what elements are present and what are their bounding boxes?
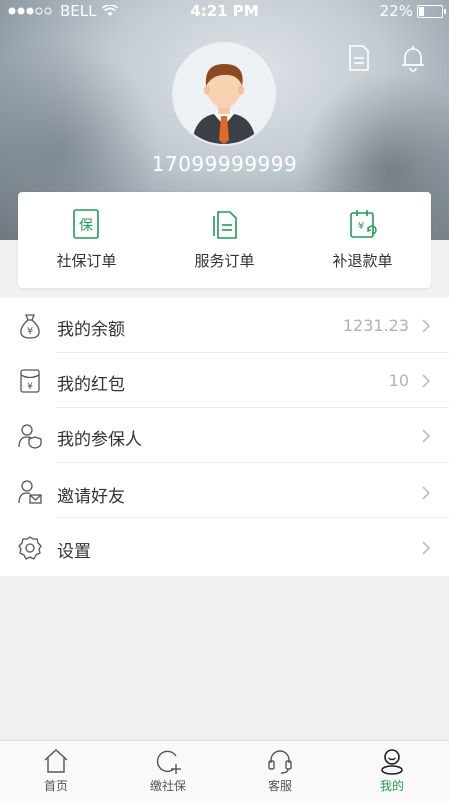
invite-friend-icon	[18, 480, 42, 504]
menu-item-settings[interactable]: 设置	[0, 520, 449, 575]
chevron-right-icon	[422, 486, 431, 500]
order-item-shebao[interactable]: 保 社保订单	[18, 208, 155, 271]
shebao-icon: 保	[72, 209, 99, 239]
svg-text:保: 保	[79, 218, 93, 234]
tab-customer-service[interactable]: 客服	[224, 747, 336, 794]
orders-card: 保 社保订单 服务订单 ¥ 补退款单	[18, 192, 431, 288]
balance-value: 1231.23	[342, 316, 409, 335]
settings-icon	[18, 536, 42, 560]
order-label: 服务订单	[194, 252, 255, 270]
menu-item-invite-friends[interactable]: 邀请好友	[0, 463, 449, 518]
tab-pay-insurance[interactable]: 缴社保	[112, 747, 224, 794]
battery-icon	[417, 4, 446, 18]
order-item-refund[interactable]: ¥ 补退款单	[294, 208, 431, 271]
menu-label: 我的红包	[57, 375, 125, 395]
chevron-right-icon	[422, 541, 431, 555]
battery-percent: 22%	[379, 2, 413, 20]
home-icon	[44, 749, 68, 773]
order-label: 补退款单	[332, 252, 393, 270]
phone-number: 17099999999	[151, 152, 298, 176]
pay-insurance-icon	[156, 750, 181, 774]
profile-icon	[381, 749, 403, 775]
status-bar: BELL 4:21 PM 22%	[0, 0, 449, 22]
avatar-person-icon	[174, 44, 274, 144]
bell-icon[interactable]	[400, 44, 426, 72]
tab-label: 缴社保	[149, 779, 186, 793]
battery-status: 22%	[379, 2, 446, 20]
tab-label: 我的	[379, 779, 404, 793]
avatar[interactable]	[174, 44, 274, 144]
red-packet-count: 10	[388, 371, 409, 390]
svg-text:¥: ¥	[27, 382, 33, 392]
insured-person-icon	[18, 424, 42, 449]
svg-text:¥: ¥	[357, 221, 363, 232]
refund-icon: ¥	[349, 210, 377, 238]
tab-home[interactable]: 首页	[0, 747, 112, 794]
menu-label: 我的余额	[57, 320, 125, 340]
svg-text:¥: ¥	[27, 326, 33, 337]
chevron-right-icon	[422, 374, 431, 388]
chevron-right-icon	[422, 429, 431, 443]
menu-label: 我的参保人	[57, 430, 142, 450]
red-packet-icon: ¥	[20, 369, 40, 393]
menu-label: 设置	[57, 542, 91, 562]
tab-mine[interactable]: 我的	[336, 747, 448, 794]
menu-label: 邀请好友	[57, 487, 125, 507]
order-item-service[interactable]: 服务订单	[156, 208, 293, 271]
menu-item-red-packet[interactable]: ¥ 我的红包 10	[0, 353, 449, 408]
tab-bar: 首页 缴社保 客服 我的	[0, 740, 449, 801]
tab-label: 客服	[267, 779, 292, 793]
menu-item-balance[interactable]: ¥ 我的余额 1231.23	[0, 298, 449, 353]
chevron-right-icon	[422, 319, 431, 333]
headset-icon	[268, 750, 292, 774]
document-icon[interactable]	[346, 44, 372, 72]
menu-list: ¥ 我的余额 1231.23 ¥ 我的红包 10 我的参保人 邀请好友 设置	[0, 298, 449, 576]
tab-label: 首页	[43, 779, 68, 793]
service-order-icon	[212, 211, 237, 239]
order-label: 社保订单	[56, 252, 117, 270]
money-bag-icon: ¥	[20, 314, 40, 339]
menu-item-insured-persons[interactable]: 我的参保人	[0, 408, 449, 463]
